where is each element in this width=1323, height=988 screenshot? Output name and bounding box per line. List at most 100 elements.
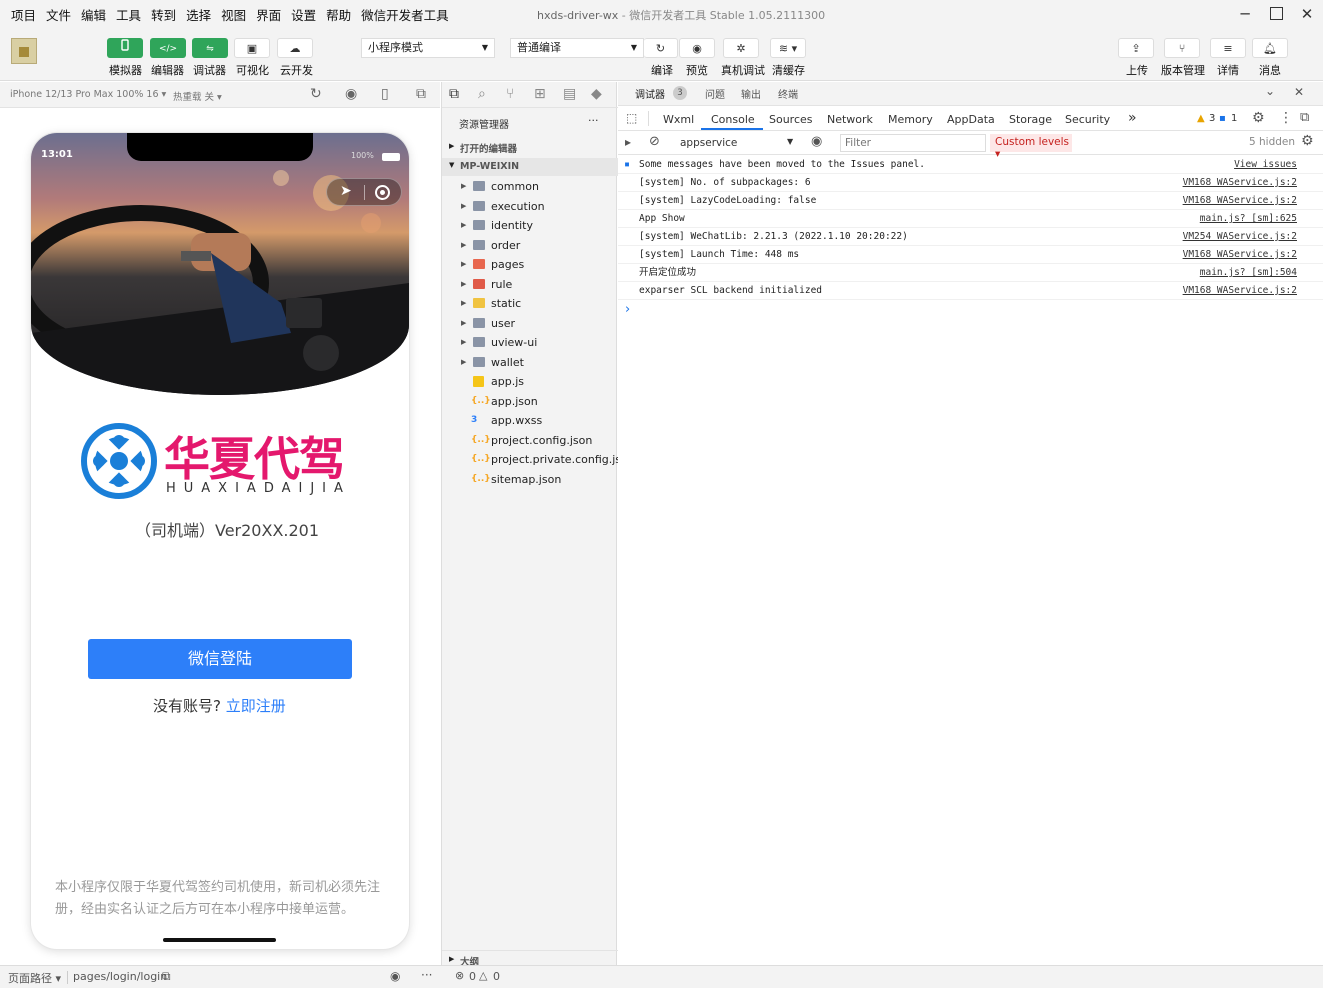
- file-app-wxss[interactable]: 3 app.wxss: [442, 411, 618, 430]
- tab-storage[interactable]: Storage: [1009, 113, 1052, 126]
- close-capsule-icon[interactable]: [375, 185, 390, 200]
- location-icon[interactable]: ➤: [340, 183, 352, 199]
- hot-reload-select[interactable]: 热重载 关 ▾: [173, 89, 222, 103]
- visual-button[interactable]: ▣: [234, 38, 270, 58]
- tab-output[interactable]: 输出: [741, 86, 761, 101]
- file-project-config-json[interactable]: {..} project.config.json: [442, 431, 618, 450]
- dock-icon[interactable]: ⧉: [1300, 110, 1309, 125]
- menu-tools[interactable]: 工具: [111, 5, 146, 24]
- menu-interface[interactable]: 界面: [251, 5, 286, 24]
- log-source-link[interactable]: VM168 WAService.js:2: [1183, 174, 1297, 192]
- live-expression-eye-icon[interactable]: ◉: [811, 134, 822, 149]
- explorer-more-icon[interactable]: ···: [588, 114, 599, 127]
- tab-sources[interactable]: Sources: [769, 113, 813, 126]
- inspect-icon[interactable]: ⬚: [626, 111, 637, 125]
- file-app-js[interactable]: app.js: [442, 372, 618, 391]
- compile-button[interactable]: ↻: [644, 38, 678, 58]
- file-sitemap-json[interactable]: {..} sitemap.json: [442, 470, 618, 489]
- tab-network[interactable]: Network: [827, 113, 873, 126]
- log-source-link[interactable]: VM254 WAService.js:2: [1183, 228, 1297, 246]
- folder-wallet[interactable]: ▶ wallet: [442, 353, 618, 372]
- folder-identity[interactable]: ▶ identity: [442, 216, 618, 235]
- folder-static[interactable]: ▶ static: [442, 294, 618, 313]
- tab-appdata[interactable]: AppData: [947, 113, 995, 126]
- minimize-icon[interactable]: ─: [1233, 4, 1257, 24]
- warning-icon[interactable]: ▲: [1197, 113, 1205, 124]
- log-source-link[interactable]: main.js? [sm]:504: [1200, 264, 1297, 282]
- cloud-button[interactable]: ☁: [277, 38, 313, 58]
- log-source-link[interactable]: VM168 WAService.js:2: [1183, 192, 1297, 210]
- rotate-icon[interactable]: ↻: [310, 86, 322, 102]
- menu-goto[interactable]: 转到: [146, 5, 181, 24]
- page-path-select[interactable]: 页面路径 ▾: [8, 970, 61, 986]
- info-icon[interactable]: ▪: [1219, 113, 1226, 124]
- simulator-toggle-button[interactable]: [107, 38, 143, 58]
- clear-console-icon[interactable]: ⊘: [649, 134, 660, 149]
- git-icon[interactable]: ⑂: [506, 86, 514, 102]
- console-prompt[interactable]: ›: [625, 302, 630, 317]
- editor-toggle-button[interactable]: </>: [150, 38, 186, 58]
- messages-button[interactable]: 🔔︎: [1252, 38, 1288, 58]
- console-filter-input[interactable]: [840, 134, 986, 152]
- phone-icon[interactable]: ▯: [381, 86, 389, 102]
- storage-icon[interactable]: ▤: [563, 86, 576, 102]
- menu-settings[interactable]: 设置: [286, 5, 321, 24]
- extensions-icon[interactable]: ⊞: [534, 86, 546, 102]
- settings-gear-icon[interactable]: ⚙: [1252, 110, 1265, 126]
- device-select[interactable]: iPhone 12/13 Pro Max 100% 16 ▾: [10, 89, 166, 100]
- folder-rule[interactable]: ▶ rule: [442, 275, 618, 294]
- register-link[interactable]: 立即注册: [226, 697, 286, 715]
- menu-file[interactable]: 文件: [41, 5, 76, 24]
- kebab-menu-icon[interactable]: ⋮: [1279, 110, 1293, 126]
- wechat-login-button[interactable]: 微信登陆: [88, 639, 352, 679]
- files-icon[interactable]: ⧉: [449, 86, 459, 102]
- tab-terminal[interactable]: 终端: [778, 86, 798, 101]
- tab-issues[interactable]: 问题: [705, 86, 725, 101]
- more-tabs-icon[interactable]: »: [1128, 110, 1137, 126]
- search-icon[interactable]: ⌕: [478, 86, 486, 102]
- menu-edit[interactable]: 编辑: [76, 5, 111, 24]
- more-icon[interactable]: ···: [421, 968, 432, 982]
- log-source-link[interactable]: VM168 WAService.js:2: [1183, 282, 1297, 300]
- folder-pages[interactable]: ▶ pages: [442, 255, 618, 274]
- folder-order[interactable]: ▶ order: [442, 236, 618, 255]
- file-app-json[interactable]: {..} app.json: [442, 392, 618, 411]
- folder-uview-ui[interactable]: ▶ uview-ui: [442, 333, 618, 352]
- mode-select[interactable]: 小程序模式 ▼: [361, 38, 495, 58]
- upload-button[interactable]: ⇪: [1118, 38, 1154, 58]
- tab-console[interactable]: Console: [711, 113, 755, 126]
- tab-memory[interactable]: Memory: [888, 113, 933, 126]
- warning-status-icon[interactable]: △: [479, 969, 487, 982]
- project-avatar[interactable]: [11, 38, 37, 64]
- record-icon[interactable]: ◉: [345, 86, 357, 102]
- capsule-menu[interactable]: ➤: [326, 178, 402, 206]
- details-button[interactable]: ≡: [1210, 38, 1246, 58]
- docker-icon[interactable]: ◆: [591, 86, 602, 102]
- close-panel-icon[interactable]: ✕: [1294, 85, 1304, 99]
- log-source-link[interactable]: main.js? [sm]:625: [1200, 210, 1297, 228]
- file-project-private-config-js-[interactable]: {..} project.private.config.js...: [442, 450, 632, 469]
- popout-icon[interactable]: ⧉: [416, 86, 426, 102]
- close-icon[interactable]: ✕: [1295, 4, 1319, 24]
- version-button[interactable]: ⑂: [1164, 38, 1200, 58]
- console-settings-icon[interactable]: ⚙: [1301, 133, 1314, 149]
- folder-user[interactable]: ▶ user: [442, 314, 618, 333]
- folder-execution[interactable]: ▶ execution: [442, 197, 618, 216]
- collapse-icon[interactable]: ⌄: [1265, 84, 1275, 98]
- error-icon[interactable]: ⊗: [455, 969, 464, 982]
- custom-levels-select[interactable]: Custom levels ▾: [990, 134, 1072, 160]
- open-editors-section[interactable]: ▶ 打开的编辑器: [442, 139, 618, 157]
- menu-help[interactable]: 帮助: [321, 5, 356, 24]
- sidebar-toggle-icon[interactable]: ▸: [625, 135, 631, 149]
- compile-mode-select[interactable]: 普通编译 ▼: [510, 38, 644, 58]
- menu-select[interactable]: 选择: [181, 5, 216, 24]
- tab-debugger[interactable]: 调试器: [635, 86, 665, 101]
- menu-wechat-devtools[interactable]: 微信开发者工具: [356, 5, 454, 24]
- preview-button[interactable]: ◉: [679, 38, 715, 58]
- folder-common[interactable]: ▶ common: [442, 177, 618, 196]
- tab-security[interactable]: Security: [1065, 113, 1110, 126]
- clear-cache-button[interactable]: ≋ ▾: [770, 38, 806, 58]
- copy-icon[interactable]: ⧉: [162, 969, 171, 984]
- log-source-link[interactable]: VM168 WAService.js:2: [1183, 246, 1297, 264]
- log-source-link[interactable]: View issues: [1234, 156, 1297, 174]
